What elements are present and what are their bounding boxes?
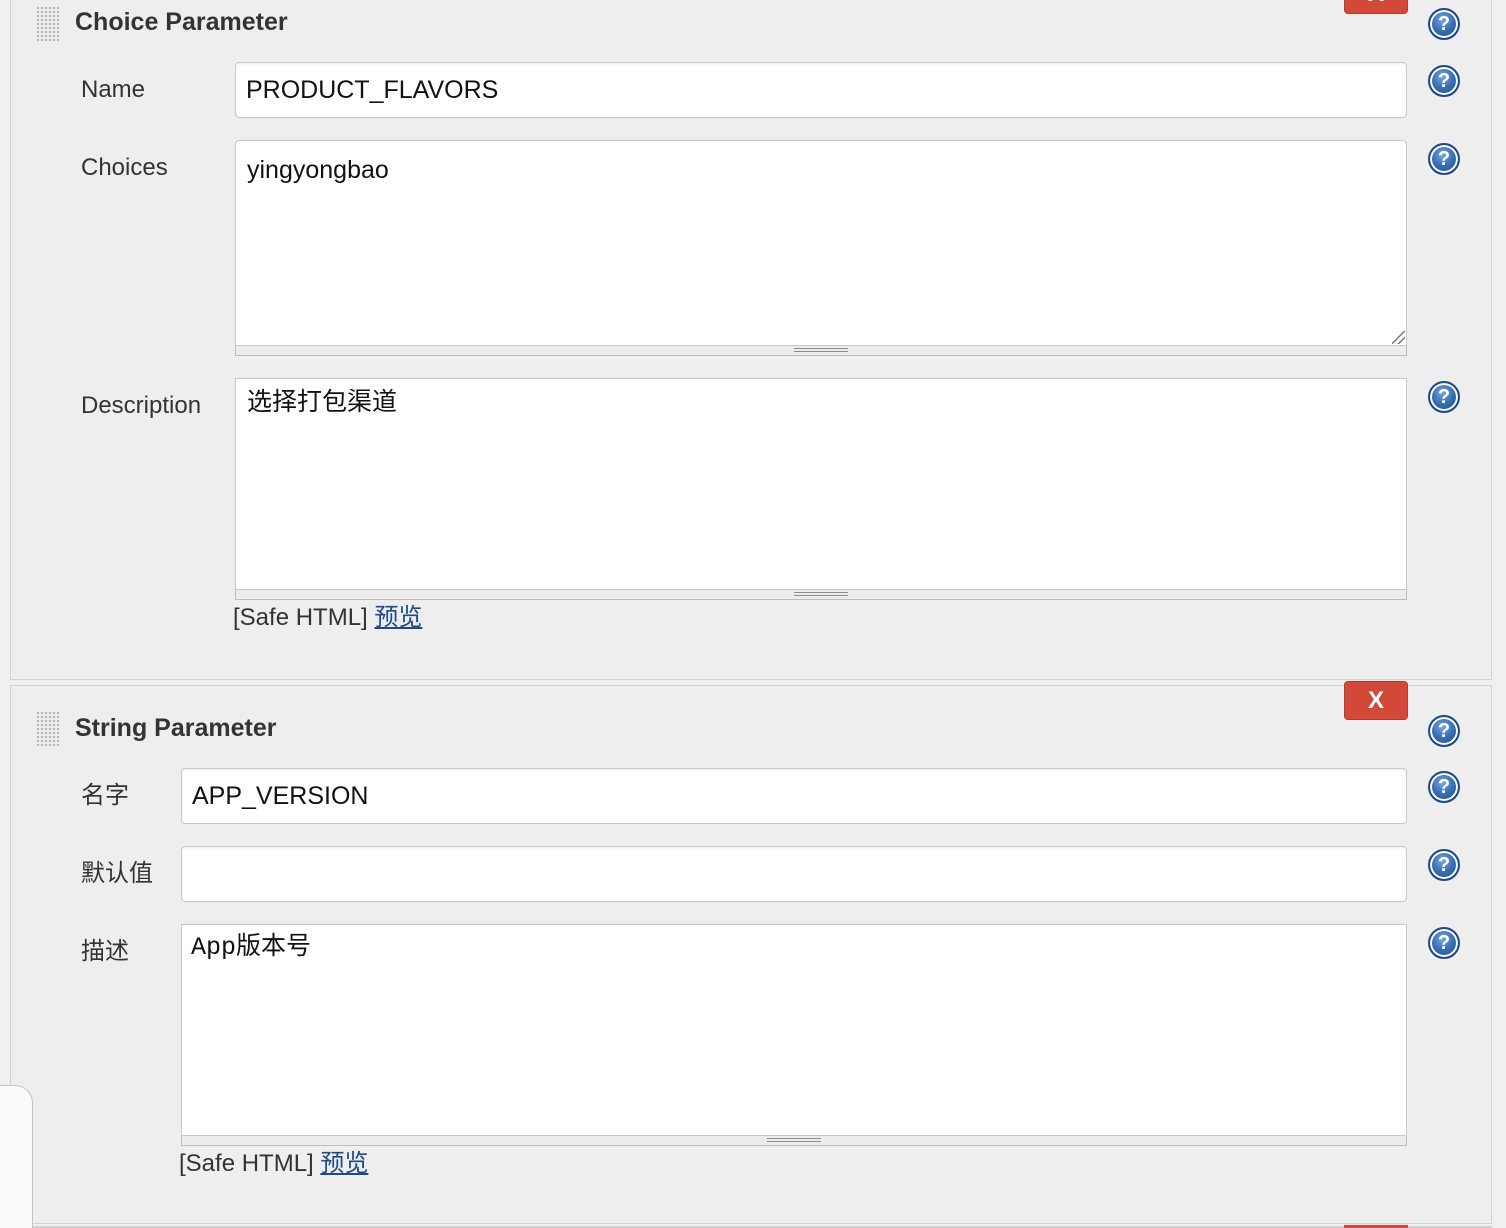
- parameters-config-page: X Choice Parameter ? Name ? Choices ying…: [0, 0, 1506, 1228]
- grip-handle-icon: [794, 592, 848, 596]
- string-parameter-panel: X String Parameter ? 名字 ? 默认值 ? 描述 App版本…: [10, 681, 1492, 1224]
- delete-choice-parameter-button[interactable]: X: [1344, 0, 1408, 14]
- choices-textarea[interactable]: yingyongbao: [235, 140, 1407, 346]
- help-icon[interactable]: ?: [1428, 715, 1460, 747]
- help-icon[interactable]: ?: [1428, 849, 1460, 881]
- drag-handle-icon[interactable]: [36, 711, 61, 747]
- description-textarea[interactable]: 选择打包渠道: [235, 378, 1407, 590]
- description-label: Description: [81, 392, 202, 419]
- floating-panel-edge: [0, 1085, 33, 1228]
- panel-title: String Parameter: [75, 714, 277, 742]
- safe-html-label: [Safe HTML]: [179, 1150, 314, 1177]
- preview-link[interactable]: 预览: [374, 604, 422, 631]
- grip-handle-icon: [794, 348, 848, 352]
- choice-parameter-panel: X Choice Parameter ? Name ? Choices ying…: [10, 0, 1492, 680]
- default-value-label: 默认值: [81, 860, 153, 887]
- help-icon[interactable]: ?: [1428, 143, 1460, 175]
- panel-title: Choice Parameter: [75, 8, 288, 36]
- default-value-input[interactable]: [181, 846, 1407, 902]
- resize-grip-icon[interactable]: [1392, 331, 1405, 344]
- safe-html-label: [Safe HTML]: [233, 604, 368, 631]
- preview-link[interactable]: 预览: [320, 1150, 368, 1177]
- delete-string-parameter-button[interactable]: X: [1344, 681, 1408, 720]
- help-icon[interactable]: ?: [1428, 65, 1460, 97]
- description-textarea[interactable]: App版本号: [181, 924, 1407, 1136]
- choices-label: Choices: [81, 154, 168, 181]
- markup-format-note: [Safe HTML] 预览: [179, 1149, 368, 1179]
- help-icon[interactable]: ?: [1428, 8, 1460, 40]
- help-icon[interactable]: ?: [1428, 381, 1460, 413]
- textarea-resize-bar[interactable]: [235, 346, 1407, 356]
- markup-format-note: [Safe HTML] 预览: [233, 603, 422, 633]
- drag-handle-icon[interactable]: [36, 6, 61, 42]
- name-input[interactable]: [235, 62, 1407, 118]
- name-label: 名字: [81, 782, 129, 809]
- description-label: 描述: [81, 938, 129, 965]
- name-label: Name: [81, 76, 146, 103]
- textarea-resize-bar[interactable]: [181, 1136, 1407, 1146]
- name-input[interactable]: [181, 768, 1407, 824]
- textarea-resize-bar[interactable]: [235, 590, 1407, 600]
- help-icon[interactable]: ?: [1428, 927, 1460, 959]
- help-icon[interactable]: ?: [1428, 771, 1460, 803]
- grip-handle-icon: [767, 1138, 821, 1142]
